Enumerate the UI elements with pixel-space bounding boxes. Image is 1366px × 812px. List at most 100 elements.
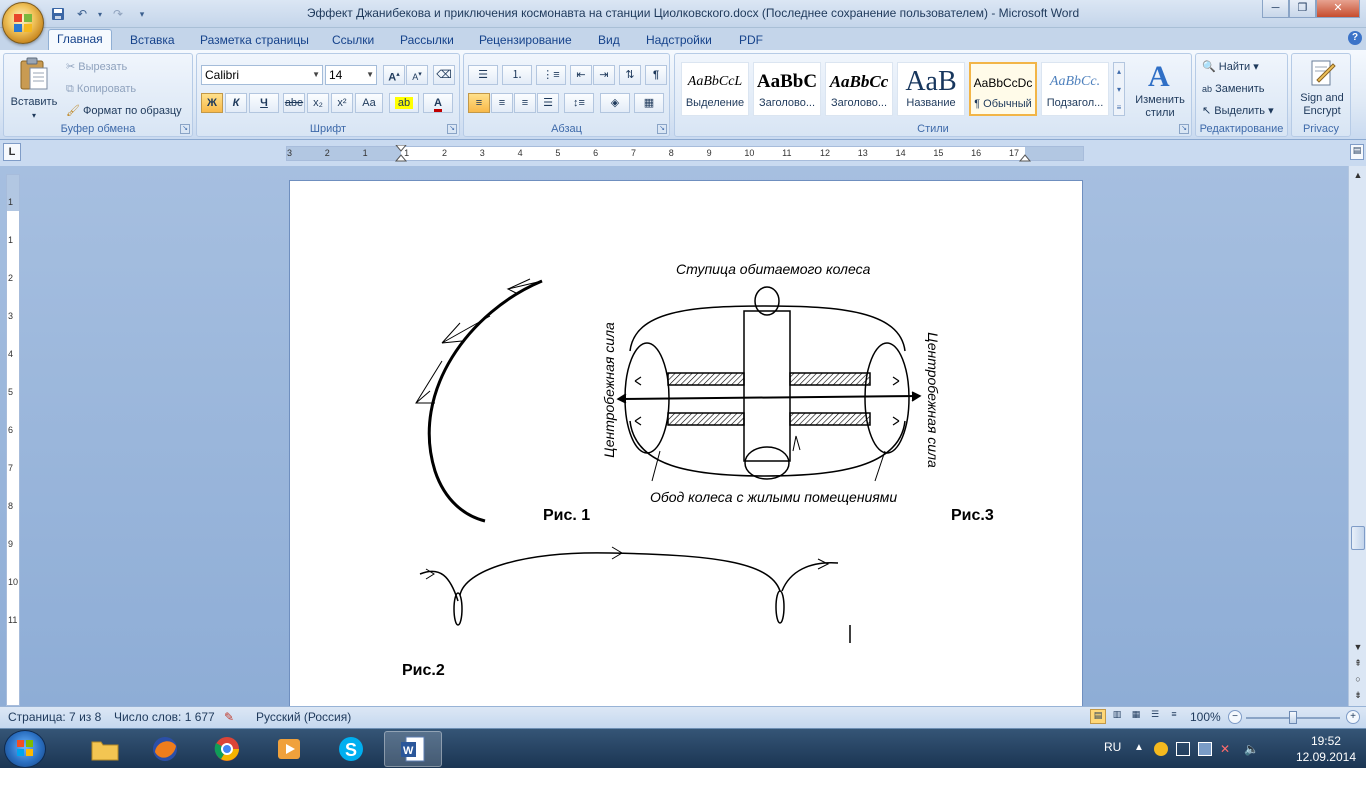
language-indicator[interactable]: RU xyxy=(1104,740,1121,754)
multilevel-list-button[interactable]: ⋮≡ xyxy=(536,65,566,85)
volume-icon[interactable]: 🔈 xyxy=(1244,742,1259,756)
style-subtitle[interactable]: AaBbCc. Подзагол... xyxy=(1041,62,1109,116)
proofing-icon[interactable]: ✎ xyxy=(224,710,234,724)
show-hidden-icons-icon[interactable]: ▲ xyxy=(1134,742,1148,756)
web-layout-icon[interactable]: ▦ xyxy=(1128,709,1144,724)
style-heading2[interactable]: AaBbCc Заголово... xyxy=(825,62,893,116)
tab-review[interactable]: Рецензирование xyxy=(471,31,580,50)
change-case-button[interactable]: Aa xyxy=(355,93,383,113)
numbering-button[interactable]: ⒈ xyxy=(502,65,532,85)
clock[interactable]: 19:52 12.09.2014 xyxy=(1296,733,1356,765)
tab-home[interactable]: Главная xyxy=(48,29,112,50)
full-screen-reading-icon[interactable]: ▥ xyxy=(1109,709,1125,724)
styles-scroll[interactable]: ▴ ▾ ≡ xyxy=(1113,62,1125,116)
font-launcher-icon[interactable]: ↘ xyxy=(447,124,457,134)
next-page-icon[interactable]: ⇟ xyxy=(1351,688,1365,702)
word-taskbar-button[interactable]: W xyxy=(384,731,442,767)
copy-button[interactable]: ⧉ Копировать xyxy=(66,79,136,99)
print-layout-icon[interactable]: ▤ xyxy=(1090,709,1106,724)
tab-pdf[interactable]: PDF xyxy=(731,31,771,50)
align-center-button[interactable]: ≡ xyxy=(491,93,513,113)
show-marks-button[interactable]: ¶ xyxy=(645,65,667,85)
find-button[interactable]: 🔍 Найти ▾ xyxy=(1202,57,1259,77)
styles-launcher-icon[interactable]: ↘ xyxy=(1179,124,1189,134)
line-spacing-button[interactable]: ↕≡ xyxy=(564,93,594,113)
grow-font-button[interactable]: A▴ xyxy=(383,65,405,85)
tab-view[interactable]: Вид xyxy=(590,31,628,50)
draft-icon[interactable]: ≡ xyxy=(1166,709,1182,724)
highlight-button[interactable]: ab xyxy=(389,93,419,113)
select-button[interactable]: ↖ Выделить ▾ xyxy=(1202,101,1274,121)
paste-button[interactable]: Вставить ▾ xyxy=(6,56,62,122)
scroll-down-icon[interactable]: ▼ xyxy=(1351,640,1365,654)
tab-insert[interactable]: Вставка xyxy=(122,31,183,50)
previous-page-icon[interactable]: ⇞ xyxy=(1351,656,1365,670)
decrease-indent-button[interactable]: ⇤ xyxy=(570,65,592,85)
firefox-taskbar-button[interactable] xyxy=(136,731,194,767)
shading-button[interactable]: ◈ xyxy=(600,93,630,113)
bold-button[interactable]: Ж xyxy=(201,93,223,113)
media-player-taskbar-button[interactable] xyxy=(260,731,318,767)
subscript-button[interactable]: x₂ xyxy=(307,93,329,113)
page-indicator[interactable]: Страница: 7 из 8 xyxy=(8,710,101,724)
align-right-button[interactable]: ≡ xyxy=(514,93,536,113)
skype-taskbar-button[interactable]: S xyxy=(322,731,380,767)
action-center-icon[interactable] xyxy=(1176,742,1190,756)
outline-icon[interactable]: ☰ xyxy=(1147,709,1163,724)
word-count[interactable]: Число слов: 1 677 xyxy=(114,710,215,724)
tab-addins[interactable]: Надстройки xyxy=(638,31,720,50)
scroll-thumb[interactable] xyxy=(1351,526,1365,550)
close-button[interactable]: ✕ xyxy=(1316,0,1360,18)
help-icon[interactable]: ? xyxy=(1348,31,1362,45)
font-color-button[interactable]: A xyxy=(423,93,453,113)
explorer-taskbar-button[interactable] xyxy=(76,731,134,767)
restore-button[interactable]: ❐ xyxy=(1289,0,1316,18)
tray-app-icon[interactable] xyxy=(1154,742,1168,756)
minimize-button[interactable]: ─ xyxy=(1262,0,1289,18)
underline-button[interactable]: Ч xyxy=(249,93,279,113)
language-indicator[interactable]: Русский (Россия) xyxy=(256,710,351,724)
start-button[interactable] xyxy=(4,730,46,768)
font-name-select[interactable]: Calibri ▼ xyxy=(201,65,323,85)
zoom-out-icon[interactable]: − xyxy=(1228,710,1242,724)
tab-references[interactable]: Ссылки xyxy=(324,31,382,50)
borders-button[interactable]: ▦ xyxy=(634,93,664,113)
zoom-in-icon[interactable]: + xyxy=(1346,710,1360,724)
tab-selector-button[interactable]: L xyxy=(3,143,21,161)
superscript-button[interactable]: x² xyxy=(331,93,353,113)
style-heading1[interactable]: AaBbC Заголово... xyxy=(753,62,821,116)
format-painter-button[interactable]: 🖌 Формат по образцу xyxy=(66,101,182,121)
justify-button[interactable]: ☰ xyxy=(537,93,559,113)
browse-object-icon[interactable]: ○ xyxy=(1351,672,1365,686)
bullets-button[interactable]: ☰ xyxy=(468,65,498,85)
office-button[interactable] xyxy=(2,2,44,44)
vertical-scrollbar[interactable]: ▲ ▼ ⇞ ○ ⇟ xyxy=(1348,166,1366,706)
style-emphasis[interactable]: AaBbCcL Выделение xyxy=(681,62,749,116)
tab-mailings[interactable]: Рассылки xyxy=(392,31,462,50)
font-size-select[interactable]: 14 ▼ xyxy=(325,65,377,85)
device-icon[interactable] xyxy=(1198,742,1212,756)
style-title[interactable]: AaB Название xyxy=(897,62,965,116)
horizontal-ruler[interactable]: 3 2 1 1 2 3 4 5 6 7 8 9 10 11 12 13 14 15 16 17 xyxy=(286,145,1084,163)
indent-marker-icon[interactable] xyxy=(394,145,408,163)
document-page[interactable]: Ступица обитаемого колеса Обод колеса с … xyxy=(289,180,1083,720)
chrome-taskbar-button[interactable] xyxy=(198,731,256,767)
style-normal[interactable]: AaBbCcDc ¶ Обычный xyxy=(969,62,1037,116)
sign-encrypt-button[interactable]: Sign and Encrypt xyxy=(1294,58,1350,118)
vertical-ruler[interactable]: 1 1 2 3 4 5 6 7 8 9 10 11 xyxy=(6,174,20,706)
replace-button[interactable]: ab Заменить xyxy=(1202,79,1265,99)
clear-formatting-button[interactable]: ⌫ xyxy=(433,65,455,85)
paragraph-launcher-icon[interactable]: ↘ xyxy=(657,124,667,134)
right-indent-marker-icon[interactable] xyxy=(1018,145,1032,163)
sort-button[interactable]: ⇅ xyxy=(619,65,641,85)
cut-button[interactable]: ✂ Вырезать xyxy=(66,57,127,77)
zoom-level[interactable]: 100% xyxy=(1190,710,1221,724)
tab-page-layout[interactable]: Разметка страницы xyxy=(192,31,317,50)
strikethrough-button[interactable]: abe xyxy=(283,93,305,113)
scroll-up-icon[interactable]: ▲ xyxy=(1351,168,1365,182)
network-icon[interactable]: ✕ xyxy=(1220,742,1234,756)
align-left-button[interactable]: ≡ xyxy=(468,93,490,113)
view-ruler-icon[interactable]: ▤ xyxy=(1350,144,1364,160)
shrink-font-button[interactable]: A▾ xyxy=(406,65,428,85)
increase-indent-button[interactable]: ⇥ xyxy=(593,65,615,85)
